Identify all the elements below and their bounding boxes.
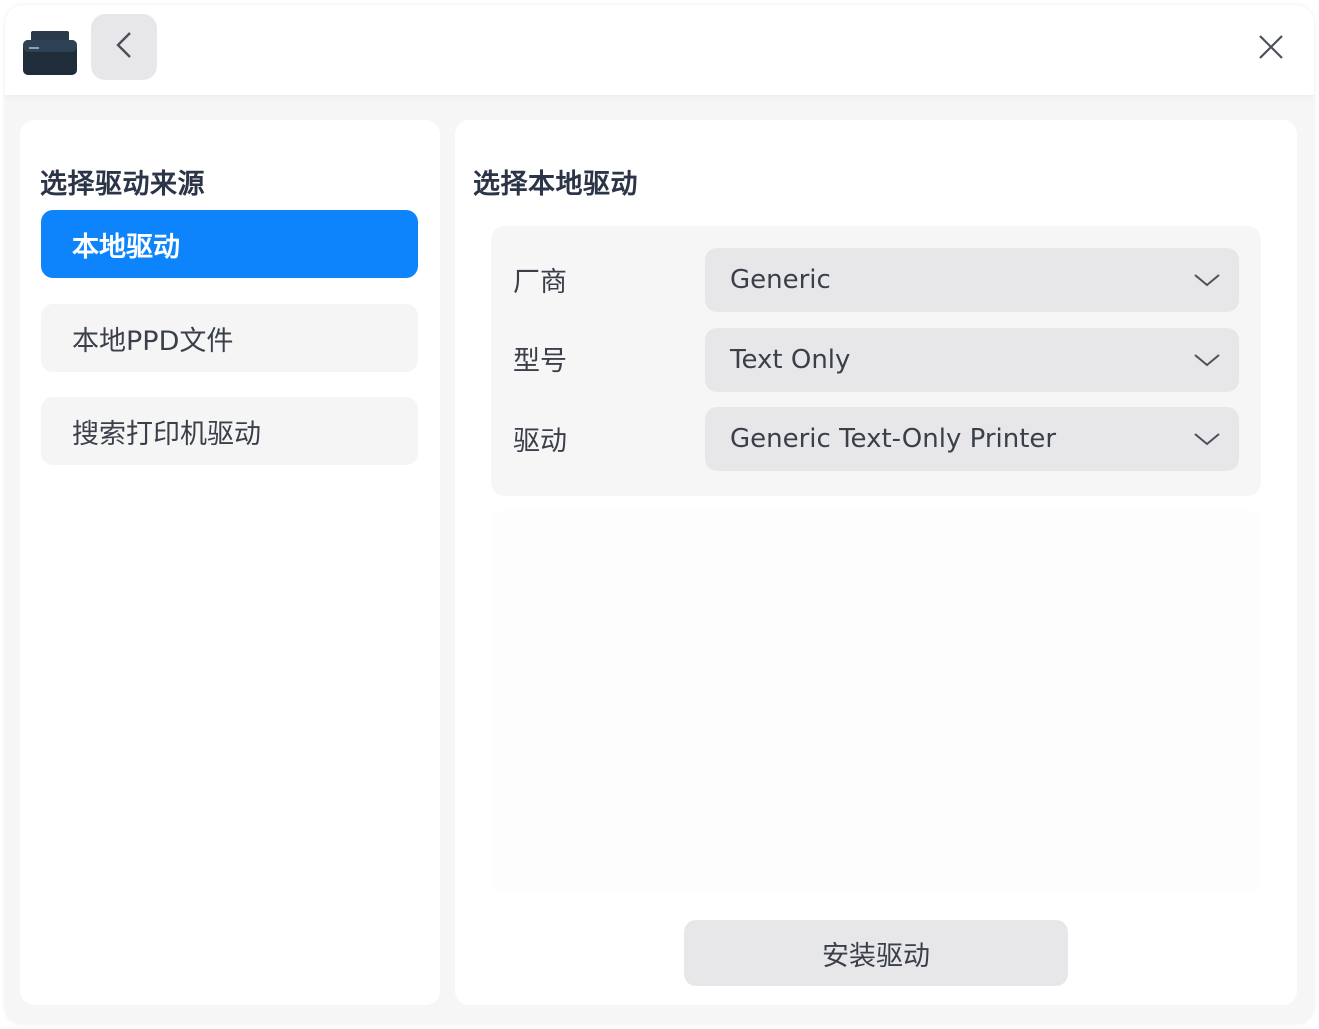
nav-item-local-ppd[interactable]: 本地PPD文件 [41, 304, 418, 372]
driver-value: Generic Text-Only Printer [730, 424, 1057, 454]
vendor-label: 厂商 [513, 267, 567, 298]
local-driver-panel: 选择本地驱动 厂商 Generic 型号 Text Only 驱动 Generi… [455, 120, 1297, 1005]
back-button[interactable] [91, 14, 157, 80]
nav-item-label: 本地驱动 [72, 231, 180, 263]
nav-item-search-driver[interactable]: 搜索打印机驱动 [41, 397, 418, 465]
driver-label: 驱动 [513, 426, 567, 457]
close-button[interactable] [1245, 23, 1297, 75]
chevron-down-icon [1175, 248, 1239, 312]
nav-item-local-driver[interactable]: 本地驱动 [41, 210, 418, 278]
install-driver-button[interactable]: 安装驱动 [684, 920, 1068, 986]
driver-source-panel: 选择驱动来源 本地驱动 本地PPD文件 搜索打印机驱动 [20, 120, 440, 1005]
chevron-down-icon [1175, 407, 1239, 471]
driver-form: 厂商 Generic 型号 Text Only 驱动 Generic Text-… [491, 226, 1261, 496]
nav-item-label: 搜索打印机驱动 [72, 418, 261, 450]
model-select[interactable]: Text Only [705, 328, 1239, 392]
close-icon [1258, 34, 1284, 64]
install-driver-label: 安装驱动 [822, 940, 930, 972]
chevron-left-icon [112, 30, 136, 64]
model-value: Text Only [730, 345, 851, 375]
vendor-select[interactable]: Generic [705, 248, 1239, 312]
driver-select[interactable]: Generic Text-Only Printer [705, 407, 1239, 471]
printer-icon [23, 31, 77, 75]
vendor-value: Generic [730, 265, 831, 295]
nav-item-label: 本地PPD文件 [72, 325, 234, 357]
local-driver-title: 选择本地驱动 [473, 169, 638, 200]
driver-source-title: 选择驱动来源 [40, 169, 205, 200]
add-printer-driver-window: 选择驱动来源 本地驱动 本地PPD文件 搜索打印机驱动 选择本地驱动 厂商 Ge… [5, 5, 1314, 1024]
titlebar [5, 5, 1314, 95]
chevron-down-icon [1175, 328, 1239, 392]
driver-details-area [491, 510, 1261, 894]
model-label: 型号 [513, 346, 567, 377]
